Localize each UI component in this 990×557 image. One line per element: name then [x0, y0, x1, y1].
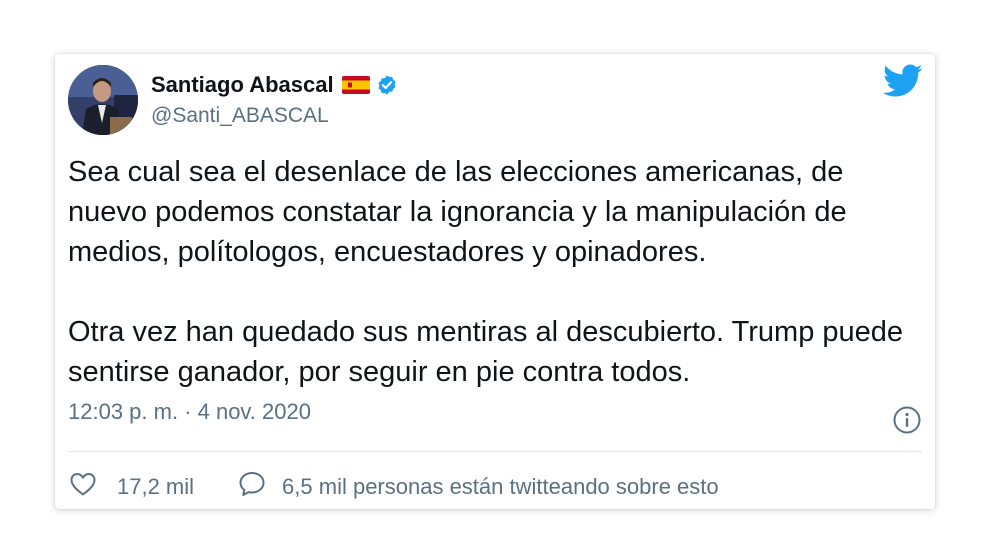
conversation-button[interactable]: 6,5 mil personas están twitteando sobre …	[237, 469, 719, 505]
tweet-paragraph: Otra vez han quedado sus mentiras al des…	[68, 316, 904, 388]
divider	[68, 451, 922, 452]
tweet-paragraph: Sea cual sea el desenlace de las eleccio…	[68, 156, 847, 268]
avatar[interactable]	[68, 65, 138, 135]
twitter-bird-icon[interactable]	[883, 64, 923, 98]
tweet-card[interactable]: Santiago Abascal @Santi_ABASCAL Sea cual…	[55, 54, 935, 509]
tweet-text: Sea cual sea el desenlace de las eleccio…	[68, 152, 918, 392]
verified-badge-icon	[376, 74, 398, 96]
like-count: 17,2 mil	[117, 474, 195, 499]
spain-flag-icon	[341, 76, 370, 94]
heart-icon	[68, 469, 98, 505]
speech-bubble-icon	[237, 469, 267, 505]
conversation-text: 6,5 mil personas están twitteando sobre …	[282, 474, 719, 499]
author-row: Santiago Abascal	[151, 72, 398, 98]
tweet-actions: 17,2 mil 6,5 mil personas están twittean…	[68, 469, 719, 505]
avatar-image	[68, 65, 138, 135]
info-icon[interactable]	[892, 405, 922, 435]
author-handle[interactable]: @Santi_ABASCAL	[151, 104, 329, 128]
tweet-timestamp[interactable]: 12:03 p. m. · 4 nov. 2020	[68, 399, 311, 425]
author-name[interactable]: Santiago Abascal	[151, 72, 334, 98]
like-button[interactable]: 17,2 mil	[68, 469, 194, 505]
